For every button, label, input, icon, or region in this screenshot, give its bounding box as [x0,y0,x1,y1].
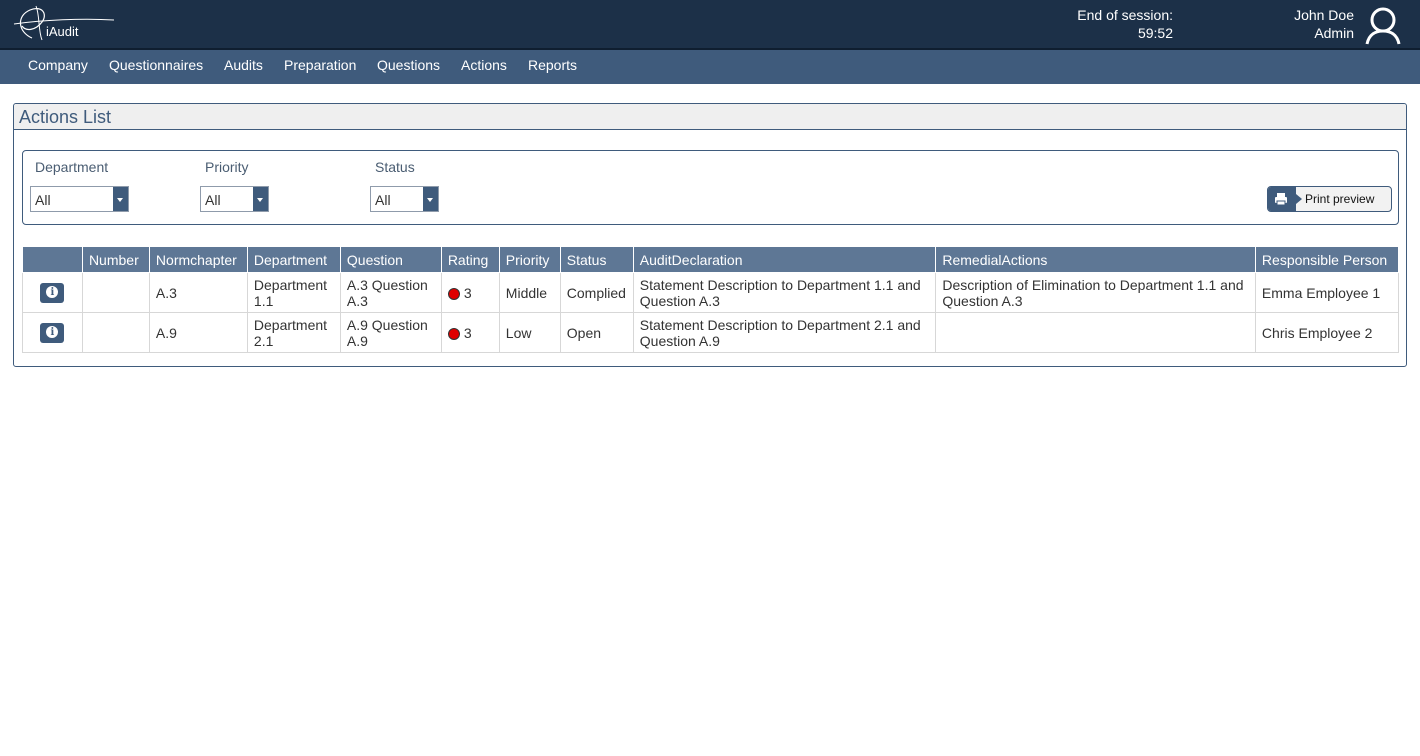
rating-dot-icon [447,327,460,340]
cell-department: Department 2.1 [246,312,341,353]
user-info: John Doe Admin [1270,6,1354,42]
cell-audit-declaration: Statement Description to Department 2.1 … [632,312,937,353]
chevron-down-icon[interactable] [113,187,128,211]
cell-responsible-person: Chris Employee 2 [1254,312,1400,353]
actions-table: Number Normchapter Department Question R… [22,246,1400,353]
chevron-down-icon[interactable] [423,187,438,211]
chevron-down-icon[interactable] [253,187,268,211]
nav-actions[interactable]: Actions [461,57,507,73]
print-preview-button[interactable]: Print preview [1267,186,1392,212]
column-header-status[interactable]: Status [559,246,634,273]
panel-header [14,104,1406,130]
nav-preparation[interactable]: Preparation [284,57,356,73]
main-nav: Company Questionnaires Audits Preparatio… [0,48,1420,84]
page-title: Actions List [19,107,112,127]
priority-select-value: All [205,192,221,208]
priority-select[interactable]: All [200,186,269,212]
cell-normchapter: A.3 [148,272,248,313]
table-header-row: Number Normchapter Department Question R… [22,246,1400,273]
nav-reports[interactable]: Reports [528,57,577,73]
priority-filter-label: Priority [205,159,249,175]
printer-icon [1268,187,1302,211]
department-select-value: All [35,192,51,208]
cell-department: Department 1.1 [246,272,341,313]
info-icon[interactable] [40,282,65,303]
column-header-department[interactable]: Department [246,246,341,273]
cell-number [81,312,150,353]
column-header [22,246,83,273]
session-label: End of session: [1077,7,1173,23]
logo-text: iAudit [46,24,79,39]
status-select-value: All [375,192,391,208]
department-filter-label: Department [35,159,109,175]
column-header-normchapter[interactable]: Normchapter [148,246,248,273]
cell-remedial-actions: Description of Elimination to Department… [935,272,1256,313]
info-cell [22,312,83,353]
column-header-remedial-actions[interactable]: RemedialActions [935,246,1256,273]
info-icon[interactable] [40,322,65,343]
session-time: 59:52 [1137,25,1173,41]
cell-question: A.9 Question A.9 [339,312,442,353]
filter-box: Department Priority Status All All All P… [22,150,1399,225]
cell-responsible-person: Emma Employee 1 [1254,272,1400,313]
cell-rating: 3 [440,312,500,353]
cell-priority: Low [498,312,561,353]
column-header-number[interactable]: Number [81,246,150,273]
user-role: Admin [1314,25,1354,41]
cell-status: Complied [559,272,634,313]
cell-question: A.3 Question A.3 [339,272,442,313]
nav-audits[interactable]: Audits [224,57,263,73]
department-select[interactable]: All [30,186,129,212]
nav-company[interactable]: Company [28,57,88,73]
user-name: John Doe [1294,7,1354,23]
column-header-rating[interactable]: Rating [440,246,500,273]
cell-audit-declaration: Statement Description to Department 1.1 … [632,272,937,313]
column-header-question[interactable]: Question [339,246,442,273]
print-preview-label: Print preview [1305,192,1375,206]
table-row[interactable]: A.3 Department 1.1 A.3 Question A.3 3 Mi… [22,272,1400,313]
cell-remedial-actions [935,312,1256,353]
actions-list-panel: Actions List Department Priority Status … [13,103,1407,367]
info-cell [22,272,83,313]
rating-value: 3 [463,324,472,341]
column-header-responsible-person[interactable]: Responsible Person [1254,246,1400,273]
cell-rating: 3 [440,272,500,313]
column-header-audit-declaration[interactable]: AuditDeclaration [632,246,937,273]
top-header: iAudit End of session: 59:52 John Doe Ad… [0,0,1420,48]
cell-status: Open [559,312,634,353]
rating-dot-icon [447,287,460,300]
user-avatar-icon[interactable] [1364,6,1402,46]
session-timer: End of session: 59:52 [1060,6,1173,42]
table-row[interactable]: A.9 Department 2.1 A.9 Question A.9 3 Lo… [22,312,1400,353]
column-header-priority[interactable]: Priority [498,246,561,273]
cell-priority: Middle [498,272,561,313]
nav-questions[interactable]: Questions [377,57,440,73]
rating-value: 3 [463,284,472,301]
cell-number [81,272,150,313]
status-filter-label: Status [375,159,415,175]
cell-normchapter: A.9 [148,312,248,353]
status-select[interactable]: All [370,186,439,212]
nav-questionnaires[interactable]: Questionnaires [109,57,203,73]
